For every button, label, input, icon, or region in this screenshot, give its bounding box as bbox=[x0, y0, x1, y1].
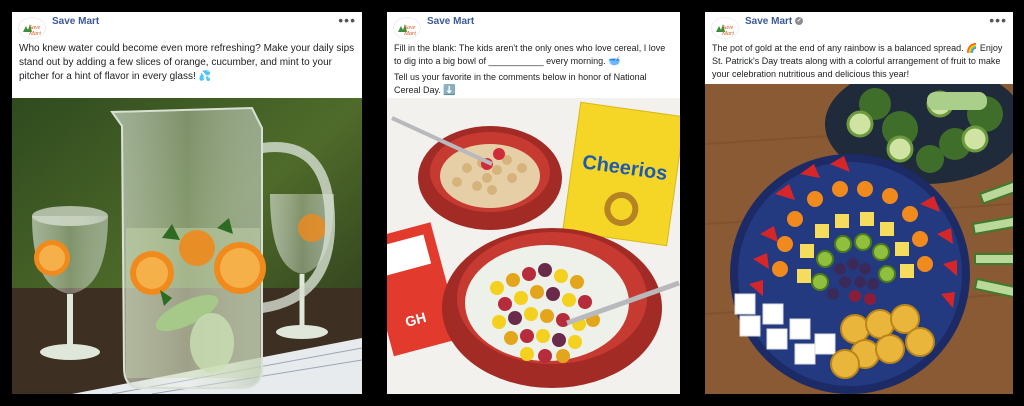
caption-text-line-2: Tell us your favorite in the comments be… bbox=[394, 72, 647, 95]
infused-water-pitcher-photo[interactable] bbox=[12, 98, 362, 394]
caption-text: The pot of gold at the end of any rainbo… bbox=[712, 43, 1003, 79]
splash-emoji-icon: 💦 bbox=[198, 71, 211, 82]
ellipsis-icon[interactable]: ••• bbox=[989, 12, 1007, 28]
post-header: Save Mart Save Mart ✓ ••• bbox=[705, 12, 1013, 42]
caption-text: Who knew water could become even more re… bbox=[19, 43, 355, 82]
cereal-bowls-photo[interactable]: Cheerios GH bbox=[387, 98, 680, 394]
post-caption: Fill in the blank: The kids aren't the o… bbox=[387, 42, 680, 97]
page-name-link[interactable]: Save Mart bbox=[52, 16, 99, 27]
svg-text:Mart: Mart bbox=[403, 31, 416, 37]
save-mart-logo[interactable]: Save Mart bbox=[393, 17, 421, 39]
ellipsis-icon[interactable]: ••• bbox=[338, 12, 356, 28]
post-header: Save Mart Save Mart bbox=[387, 12, 680, 42]
post-card-1: Save Mart Save Mart ••• Who knew water co… bbox=[12, 12, 362, 394]
page-name-link[interactable]: Save Mart ✓ bbox=[745, 16, 804, 27]
save-mart-logo[interactable]: Save Mart bbox=[711, 17, 739, 39]
caption-text-line-1: Fill in the blank: The kids aren't the o… bbox=[394, 43, 666, 66]
page-name-text: Save Mart bbox=[745, 16, 793, 27]
page-name-link[interactable]: Save Mart bbox=[427, 16, 474, 27]
post-header: Save Mart Save Mart ••• bbox=[12, 12, 362, 42]
post-caption: The pot of gold at the end of any rainbo… bbox=[705, 42, 1013, 81]
svg-text:Mart: Mart bbox=[721, 31, 734, 37]
down-arrow-emoji-icon: ⬇️ bbox=[443, 85, 456, 96]
verified-badge-icon: ✓ bbox=[795, 17, 804, 26]
bowl-emoji-icon: 🥣 bbox=[608, 56, 621, 67]
post-card-3: Save Mart Save Mart ✓ ••• The pot of gold … bbox=[705, 12, 1013, 394]
rainbow-fruit-platter-photo[interactable] bbox=[705, 84, 1013, 394]
save-mart-logo[interactable]: Save Mart bbox=[18, 17, 46, 39]
svg-text:Mart: Mart bbox=[28, 31, 41, 37]
post-card-2: Save Mart Save Mart Fill in the blank: Th… bbox=[387, 12, 680, 394]
post-caption: Who knew water could become even more re… bbox=[12, 42, 362, 84]
